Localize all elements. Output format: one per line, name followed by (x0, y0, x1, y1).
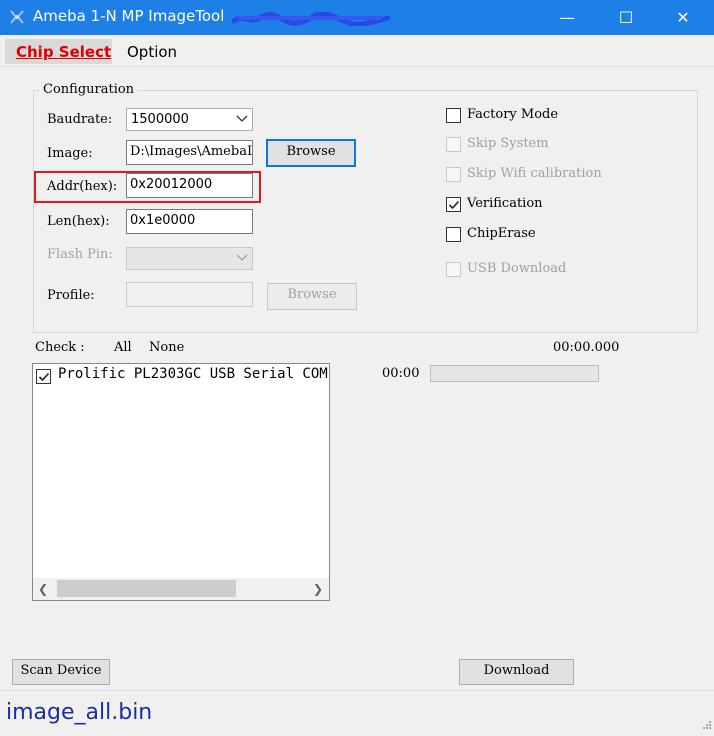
window-title: Ameba 1-N MP ImageTool (33, 7, 225, 25)
chevron-down-icon (236, 254, 248, 261)
image-path-field[interactable]: D:\Images\AmebaL (126, 140, 253, 165)
resize-grip-icon[interactable] (698, 718, 712, 732)
profile-label: Profile: (47, 288, 95, 303)
addr-label: Addr(hex): (47, 179, 118, 194)
scroll-right-icon[interactable]: ❯ (313, 582, 323, 596)
app-icon (10, 10, 24, 24)
baudrate-value: 1500000 (131, 112, 189, 127)
flash-pin-select[interactable] (126, 247, 253, 270)
minimize-button[interactable]: — (544, 0, 590, 35)
configuration-title: Configuration (40, 82, 138, 97)
usb-download-checkbox[interactable] (446, 262, 461, 277)
device-checkbox[interactable] (36, 369, 51, 384)
status-divider (0, 690, 714, 691)
tab-chip-select-label: Chip Select (16, 43, 112, 61)
device-list[interactable] (32, 363, 330, 601)
image-browse-button[interactable]: Browse (266, 139, 356, 167)
len-field[interactable]: 0x1e0000 (126, 209, 253, 234)
factory-mode-label: Factory Mode (467, 107, 559, 122)
close-button[interactable]: ✕ (660, 0, 706, 35)
check-all-link[interactable]: All (114, 340, 132, 355)
device-label: Prolific PL2303GC USB Serial COM Port (58, 366, 329, 382)
tab-chip-select[interactable]: Chip Select (5, 39, 112, 64)
status-text: image_all.bin (6, 700, 153, 725)
tab-option[interactable]: Option (127, 43, 177, 61)
download-button[interactable]: Download (459, 659, 574, 685)
addr-field[interactable]: 0x20012000 (126, 173, 253, 198)
usb-download-label: USB Download (467, 261, 567, 276)
chip-erase-checkbox[interactable] (446, 227, 461, 242)
chip-erase-label: ChipErase (467, 226, 536, 241)
profile-field[interactable] (126, 282, 253, 307)
scan-device-button[interactable]: Scan Device (12, 659, 110, 685)
scrollbar-thumb[interactable] (57, 580, 236, 597)
checkmark-icon (38, 372, 50, 382)
menu-divider (0, 66, 714, 67)
verification-label: Verification (467, 196, 543, 211)
check-label: Check : (35, 340, 85, 355)
checkmark-icon (448, 200, 460, 210)
baudrate-label: Baudrate: (47, 112, 113, 127)
device-progress-bar (430, 365, 599, 382)
verification-checkbox[interactable] (446, 197, 461, 212)
profile-browse-button[interactable]: Browse (267, 283, 357, 310)
redacted-title-suffix (232, 12, 390, 26)
chevron-down-icon (236, 115, 248, 122)
device-time: 00:00 (382, 366, 420, 381)
factory-mode-checkbox[interactable] (446, 108, 461, 123)
skip-wifi-calibration-checkbox[interactable] (446, 167, 461, 182)
check-none-link[interactable]: None (149, 340, 184, 355)
skip-wifi-calibration-label: Skip Wifi calibration (467, 166, 602, 181)
baudrate-select[interactable]: 1500000 (126, 108, 253, 131)
skip-system-label: Skip System (467, 136, 549, 151)
elapsed-time: 00:00.000 (553, 340, 620, 355)
scroll-left-icon[interactable]: ❮ (38, 582, 48, 596)
skip-system-checkbox[interactable] (446, 137, 461, 152)
image-label: Image: (47, 146, 93, 161)
maximize-button[interactable]: ☐ (603, 0, 649, 35)
len-label: Len(hex): (47, 214, 110, 229)
flash-pin-label: Flash Pin: (47, 247, 113, 262)
